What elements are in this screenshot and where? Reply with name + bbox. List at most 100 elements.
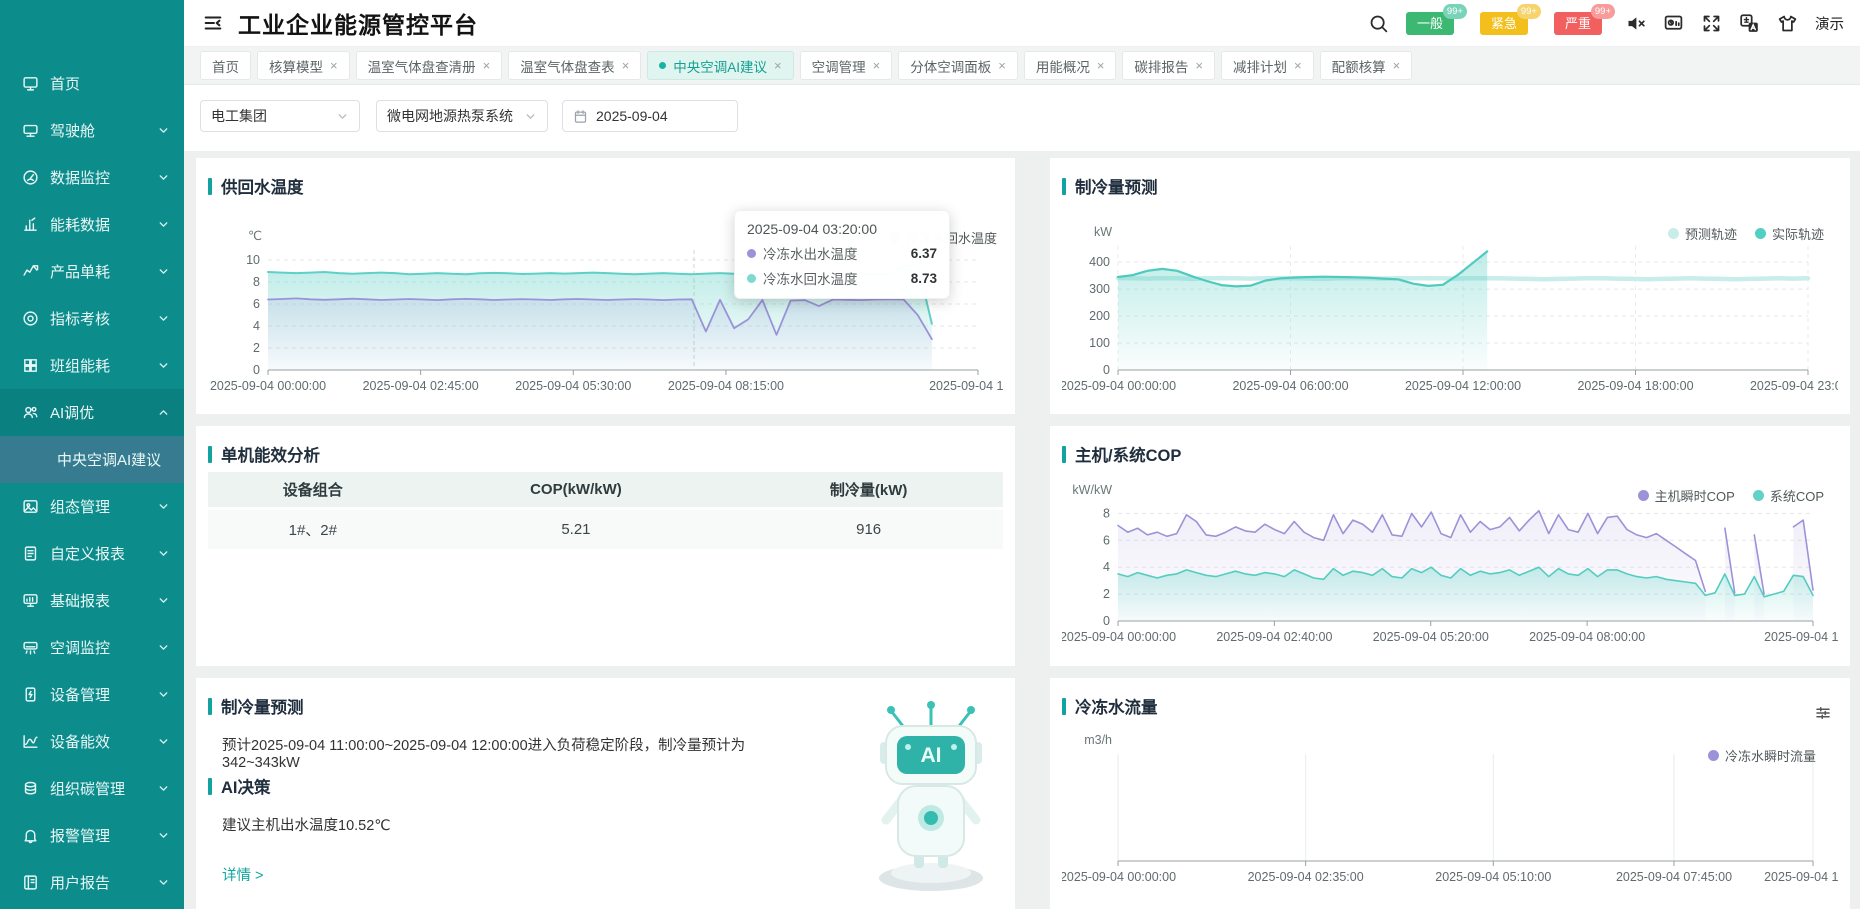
svg-text:2025-09-04 00:00:00: 2025-09-04 00:00:00 [1062,630,1176,644]
bar-chart-icon [22,216,39,233]
chart-legend: 预测轨迹实际轨迹 [1668,224,1824,243]
panel-cooling-forecast: 制冷量预测 预测轨迹实际轨迹 01002003004002025-09-04 0… [1050,158,1850,414]
page-title: 工业企业能源管控平台 [238,6,478,40]
alarm-badge-urgent[interactable]: 紧急99+ [1480,12,1528,35]
tooltip-timestamp: 2025-09-04 03:20:00 [747,221,937,237]
close-tab-icon[interactable]: × [998,58,1006,73]
alarm-badge-critical[interactable]: 严重99+ [1554,12,1602,35]
close-tab-icon[interactable]: × [330,58,338,73]
svg-text:2025-09-04 11:55: 2025-09-04 11:55 [1764,630,1838,644]
date-picker[interactable]: 2025-09-04 [562,100,738,132]
theme-shirt-icon[interactable] [1777,13,1798,34]
close-tab-icon[interactable]: × [622,58,630,73]
tab-首页[interactable]: 首页 [200,51,251,80]
close-tab-icon[interactable]: × [1097,58,1105,73]
sidebar: 首页驾驶舱数据监控能耗数据产品单耗指标考核班组能耗AI调优中央空调AI建议组态管… [0,0,184,909]
sidebar-item-team-energy[interactable]: 班组能耗 [0,342,184,389]
target-icon [22,310,39,327]
close-tab-icon[interactable]: × [1294,58,1302,73]
chevron-down-icon [157,782,170,795]
sidebar-item-carbon[interactable]: 组织碳管理 [0,765,184,812]
sidebar-item-device-eff[interactable]: 设备能效 [0,718,184,765]
chevron-down-icon [157,265,170,278]
badge-count: 99+ [1517,4,1541,19]
svg-text:8: 8 [253,275,260,289]
org-select[interactable]: 电工集团 [200,100,360,132]
tab-中央空调AI建议[interactable]: 中央空调AI建议× [647,51,793,80]
fullscreen-icon[interactable] [1701,13,1722,34]
date-picker-value: 2025-09-04 [596,108,668,124]
ai-icon [22,404,39,421]
tab-核算模型[interactable]: 核算模型× [257,51,350,80]
collapse-sidebar-icon[interactable] [202,12,224,34]
panel-ai-advice: 制冷量预测 预计2025-09-04 11:00:00~2025-09-04 1… [196,678,1015,909]
close-tab-icon[interactable]: × [483,58,491,73]
device-icon [22,686,39,703]
sidebar-item-energy-data[interactable]: 能耗数据 [0,201,184,248]
search-icon[interactable] [1368,13,1389,34]
tab-配额核算[interactable]: 配额核算× [1320,51,1413,80]
chart-settings-icon[interactable] [1814,704,1832,722]
sidebar-item-alarm[interactable]: 报警管理 [0,812,184,859]
mute-icon[interactable] [1625,13,1646,34]
svg-text:4: 4 [253,319,260,333]
tab-分体空调面板[interactable]: 分体空调面板× [898,51,1018,80]
table-header: 设备组合 [208,472,418,509]
close-tab-icon[interactable]: × [1393,58,1401,73]
sidebar-item-user-report[interactable]: 用户报告 [0,859,184,906]
legend-item[interactable]: 系统COP [1753,486,1824,505]
dashboard-screen-icon[interactable] [1663,13,1684,34]
tab-减排计划[interactable]: 减排计划× [1221,51,1314,80]
sidebar-item-home[interactable]: 首页 [0,60,184,107]
sidebar-item-scada[interactable]: 组态管理 [0,483,184,530]
chevron-down-icon [157,171,170,184]
sidebar-subitem-central-ac-ai[interactable]: 中央空调AI建议 [0,436,184,483]
panel-title: 主机/系统COP [1050,426,1850,466]
sidebar-item-custom-report[interactable]: 自定义报表 [0,530,184,577]
active-tab-dot [659,62,666,69]
sidebar-item-ac-monitor[interactable]: 空调监控 [0,624,184,671]
legend-item[interactable]: 主机瞬时COP [1638,486,1735,505]
svg-text:2025-09-04 05:10:00: 2025-09-04 05:10:00 [1435,870,1551,884]
tooltip-row: 冷冻水出水温度6.37 [747,243,937,263]
sidebar-item-basic-report[interactable]: 基础报表 [0,577,184,624]
svg-text:2025-09-04 12:00:00: 2025-09-04 12:00:00 [1405,379,1521,393]
system-select[interactable]: 微电网地源热泵系统 [376,100,548,132]
detail-link[interactable]: 详情 > [222,864,264,885]
close-tab-icon[interactable]: × [774,58,782,73]
table-header: 制冷量(kW) [734,472,1003,509]
translate-icon[interactable] [1739,13,1760,34]
sidebar-item-cockpit[interactable]: 驾驶舱 [0,107,184,154]
demo-mode-label[interactable]: 演示 [1815,13,1844,34]
sidebar-item-kpi[interactable]: 指标考核 [0,295,184,342]
sidebar-item-product-unit[interactable]: 产品单耗 [0,248,184,295]
ai-robot-illustration: AI [856,700,1006,900]
svg-text:400: 400 [1089,255,1110,269]
svg-text:2025-09-04 05:20:00: 2025-09-04 05:20:00 [1373,630,1489,644]
legend-item[interactable]: 预测轨迹 [1668,224,1737,243]
chevron-down-icon [157,500,170,513]
cooling-forecast-chart[interactable]: 01002003004002025-09-04 00:00:002025-09-… [1062,216,1838,408]
alarm-badge-general[interactable]: 一般99+ [1406,12,1454,35]
forecast-title: 制冷量预测 [208,694,304,718]
tab-用能概况[interactable]: 用能概况× [1024,51,1117,80]
close-tab-icon[interactable]: × [1195,58,1203,73]
tab-温室气体盘查清册[interactable]: 温室气体盘查清册× [356,51,503,80]
table-row: 1#、2#5.21916 [208,509,1003,550]
legend-item[interactable]: 实际轨迹 [1755,224,1824,243]
tab-温室气体盘查表[interactable]: 温室气体盘查表× [508,51,641,80]
sidebar-item-device-mgmt[interactable]: 设备管理 [0,671,184,718]
tab-空调管理[interactable]: 空调管理× [800,51,893,80]
sidebar-item-ai-tuning[interactable]: AI调优 [0,389,184,436]
chevron-down-icon [157,594,170,607]
close-tab-icon[interactable]: × [873,58,881,73]
svg-text:AI: AI [921,744,942,767]
panel-title: 单机能效分析 [196,426,1015,466]
svg-text:0: 0 [1103,363,1110,377]
tab-碳排报告[interactable]: 碳排报告× [1122,51,1215,80]
chevron-down-icon [157,876,170,889]
decision-title: AI决策 [208,774,271,798]
sidebar-item-data-monitor[interactable]: 数据监控 [0,154,184,201]
legend-item[interactable]: 冷冻水瞬时流量 [1708,746,1816,765]
svg-text:2025-09-04 08:15:00: 2025-09-04 08:15:00 [668,379,784,393]
